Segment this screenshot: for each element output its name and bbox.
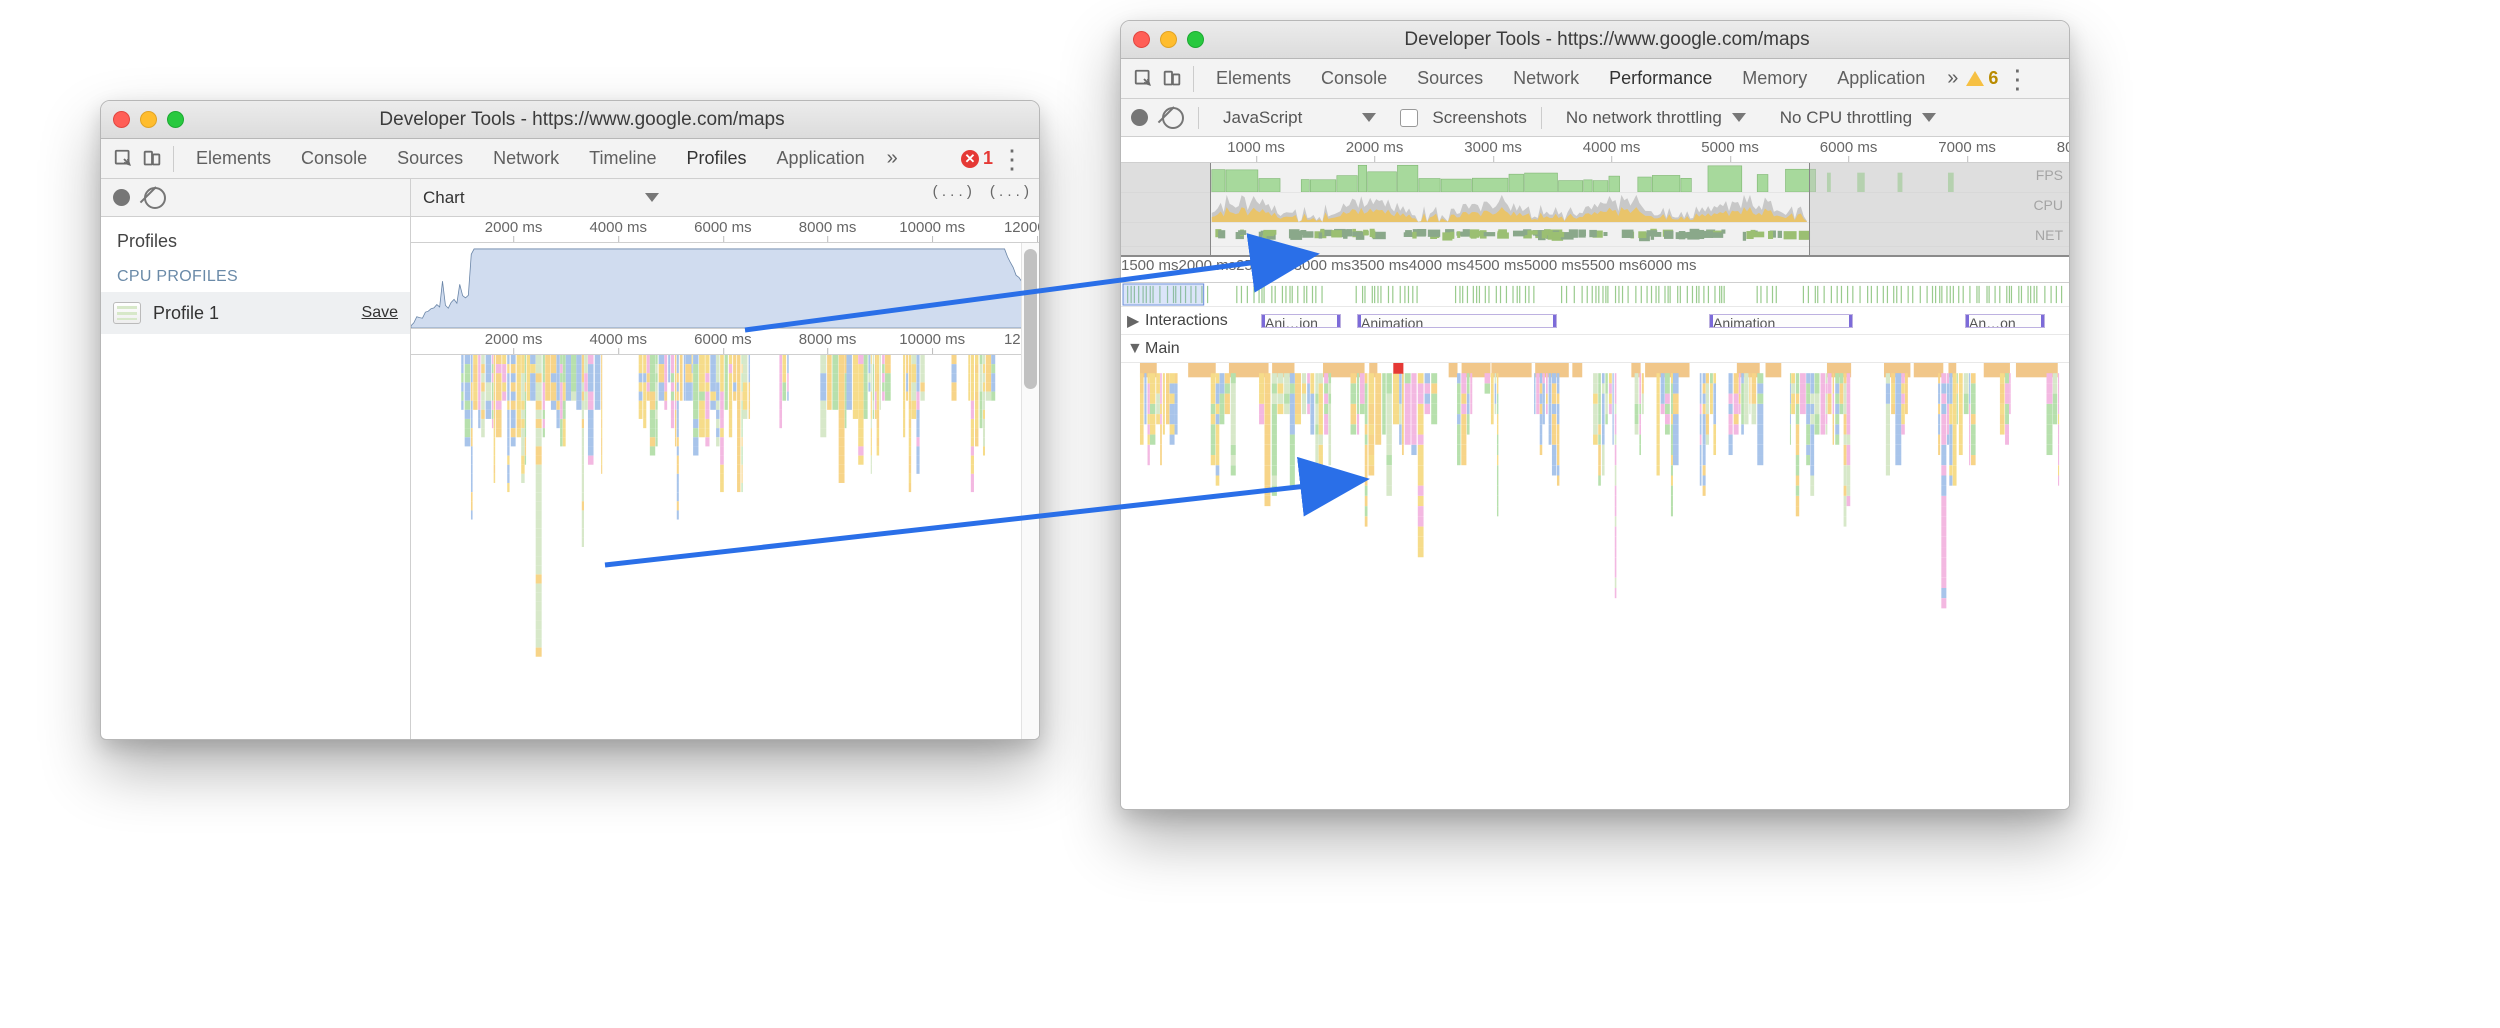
screenshots-label: Screenshots: [1432, 108, 1527, 128]
profile-item-label: Profile 1: [153, 303, 219, 324]
devtools-tabbar-left: Elements Console Sources Network Timelin…: [101, 139, 1039, 179]
chart-view-label: Chart: [423, 188, 465, 208]
chevron-down-icon: [1362, 113, 1376, 122]
tab-sources[interactable]: Sources: [1403, 60, 1497, 97]
scrollbar[interactable]: [1021, 243, 1039, 739]
tab-memory[interactable]: Memory: [1728, 60, 1821, 97]
performance-toolbar: JavaScript Screenshots No network thrott…: [1121, 99, 2069, 137]
tab-timeline[interactable]: Timeline: [575, 140, 670, 177]
profiles-sidebar: Profiles CPU PROFILES Profile 1 Save: [101, 179, 411, 739]
animation-bar[interactable]: Animation: [1709, 314, 1853, 328]
tab-elements[interactable]: Elements: [1202, 60, 1305, 97]
more-tabs-chevron-icon[interactable]: »: [1941, 67, 1964, 90]
window-titlebar-left: Developer Tools - https://www.google.com…: [101, 101, 1039, 139]
window-title: Developer Tools - https://www.google.com…: [197, 109, 1027, 131]
scrollbar-thumb[interactable]: [1024, 249, 1037, 389]
tab-network[interactable]: Network: [1499, 60, 1593, 97]
device-toggle-icon[interactable]: [139, 146, 165, 172]
chevron-down-icon: [1732, 113, 1746, 122]
tab-elements[interactable]: Elements: [182, 140, 285, 177]
main-track-header[interactable]: ▼ Main: [1121, 335, 2069, 363]
tab-console[interactable]: Console: [1307, 60, 1401, 97]
sidebar-category: CPU PROFILES: [101, 260, 410, 292]
animation-bar[interactable]: Ani…ion: [1261, 314, 1341, 328]
devtools-tabbar-right: Elements Console Sources Network Perform…: [1121, 59, 2069, 99]
minimize-traffic-light[interactable]: [140, 111, 157, 128]
window-title: Developer Tools - https://www.google.com…: [1217, 29, 2057, 51]
inspect-icon[interactable]: [1131, 66, 1157, 92]
kebab-menu-icon[interactable]: ⋮: [2000, 66, 2034, 92]
flame-chart[interactable]: [411, 355, 1039, 739]
interactions-label: Interactions: [1145, 312, 1228, 330]
zoom-traffic-light[interactable]: [167, 111, 184, 128]
main-ruler[interactable]: 1500 ms2000 ms2500 ms3000 ms3500 ms4000 …: [1121, 257, 2069, 283]
frames-strip[interactable]: [1121, 283, 2069, 307]
animation-bar[interactable]: An…on: [1965, 314, 2045, 328]
tab-sources[interactable]: Sources: [383, 140, 477, 177]
main-label: Main: [1145, 340, 1180, 358]
minimize-traffic-light[interactable]: [1160, 31, 1177, 48]
zoom-traffic-light[interactable]: [1187, 31, 1204, 48]
overview-ruler[interactable]: 2000 ms4000 ms6000 ms8000 ms10000 ms1200…: [411, 217, 1039, 243]
cpu-profile-overview[interactable]: [411, 243, 1039, 329]
sidebar-heading: Profiles: [101, 217, 410, 260]
network-throttle-select[interactable]: No network throttling: [1556, 104, 1756, 132]
tab-application[interactable]: Application: [763, 140, 879, 177]
tab-application[interactable]: Application: [1823, 60, 1939, 97]
disclosure-right-icon[interactable]: ▶: [1127, 311, 1141, 331]
clear-button[interactable]: [144, 187, 166, 209]
clear-button[interactable]: [1162, 107, 1184, 129]
truncated-labels: ( . . . )( . . . ): [933, 183, 1029, 200]
tab-console[interactable]: Console: [287, 140, 381, 177]
animation-bar[interactable]: Animation: [1357, 314, 1557, 328]
chevron-down-icon: [1922, 113, 1936, 122]
performance-overview[interactable]: 1000 ms2000 ms3000 ms4000 ms5000 ms6000 …: [1121, 137, 2069, 257]
flame-ruler[interactable]: 2000 ms4000 ms6000 ms8000 ms10000 ms1200…: [411, 329, 1039, 355]
tab-profiles[interactable]: Profiles: [673, 140, 761, 177]
close-traffic-light[interactable]: [113, 111, 130, 128]
kebab-menu-icon[interactable]: ⋮: [995, 146, 1029, 172]
window-titlebar-right: Developer Tools - https://www.google.com…: [1121, 21, 2069, 59]
screenshots-checkbox[interactable]: [1400, 109, 1418, 127]
close-traffic-light[interactable]: [1133, 31, 1150, 48]
record-button[interactable]: [113, 189, 130, 206]
more-tabs-chevron-icon[interactable]: »: [881, 147, 904, 170]
tab-network[interactable]: Network: [479, 140, 573, 177]
interactions-track[interactable]: ▶ Interactions Ani…ion Animation Animation…: [1121, 307, 2069, 335]
profile-type-select[interactable]: JavaScript: [1213, 104, 1386, 132]
save-link[interactable]: Save: [362, 304, 398, 322]
device-toggle-icon[interactable]: [1159, 66, 1185, 92]
main-flame-chart[interactable]: [1121, 363, 2069, 810]
warning-badge[interactable]: 6: [1966, 68, 1998, 89]
inspect-icon[interactable]: [111, 146, 137, 172]
profile-icon: [113, 302, 141, 324]
tab-performance[interactable]: Performance: [1595, 60, 1726, 97]
cpu-throttle-select[interactable]: No CPU throttling: [1770, 104, 1946, 132]
record-button[interactable]: [1131, 109, 1148, 126]
profile-item[interactable]: Profile 1 Save: [101, 292, 410, 334]
error-badge[interactable]: ✕1: [961, 148, 993, 169]
chevron-down-icon: [645, 193, 659, 202]
disclosure-down-icon[interactable]: ▼: [1127, 340, 1141, 358]
